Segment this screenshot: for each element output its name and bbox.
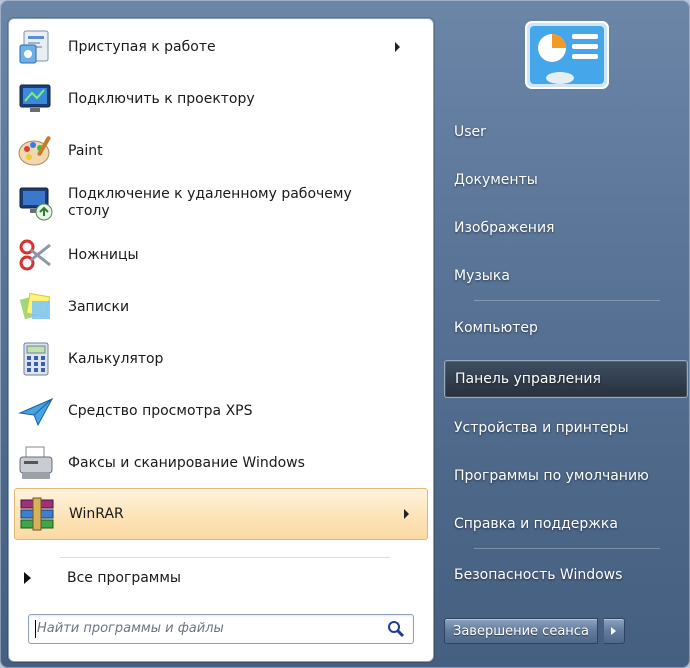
calculator-icon [14,337,58,381]
submenu-arrow-icon[interactable] [395,42,400,52]
program-label: WinRAR [69,505,124,522]
link-control-panel[interactable]: Панель управления [444,360,688,398]
all-programs-button[interactable]: Все программы [24,564,181,592]
link-devices-printers[interactable]: Устройства и принтеры [444,409,688,447]
link-help-support[interactable]: Справка и поддержка [444,505,688,543]
winrar-icon [15,492,59,536]
link-computer[interactable]: Компьютер [444,309,688,347]
program-label-line2: столу [68,203,110,219]
getting-started-icon [14,25,58,69]
user-picture[interactable] [522,20,612,92]
link-windows-security[interactable]: Безопасность Windows [444,556,688,594]
program-xps-viewer[interactable]: Средство просмотра XPS [14,386,418,436]
link-pictures[interactable]: Изображения [444,209,688,247]
fax-scanner-icon [14,441,58,485]
program-calculator[interactable]: Калькулятор [14,334,418,384]
all-programs-label: Все программы [67,570,181,586]
projector-icon [14,77,58,121]
program-winrar[interactable]: WinRAR [14,488,428,540]
program-label: Paint [68,142,103,159]
program-sticky-notes[interactable]: Записки [14,282,418,332]
program-label-line1: Подключение к удаленному рабочему [68,186,352,202]
left-divider [60,557,390,558]
link-user[interactable]: User [444,113,688,151]
right-divider [474,300,660,301]
search-input[interactable]: Найти программы и файлы [28,614,414,644]
program-label: Факсы и сканирование Windows [68,454,305,471]
scissors-icon [14,233,58,277]
program-label: Калькулятор [68,350,164,367]
search-placeholder: Найти программы и файлы [37,621,224,636]
link-music[interactable]: Музыка [444,257,688,295]
program-label: Приступая к работе [68,38,216,55]
logoff-button[interactable]: Завершение сеанса [444,618,598,644]
start-menu: Приступая к работе Подключить к проектор… [0,0,690,668]
program-label: Ножницы [68,246,139,263]
shutdown-options-button[interactable] [603,618,625,644]
chevron-right-icon [611,627,617,635]
link-default-programs[interactable]: Программы по умолчанию [444,457,688,495]
program-label: Подключить к проектору [68,90,255,107]
sticky-notes-icon [14,285,58,329]
program-remote-desktop[interactable]: Подключение к удаленному рабочему столу [14,178,418,228]
text-caret [35,620,36,638]
program-label: Подключение к удаленному рабочему столу [68,186,352,220]
paint-icon [14,129,58,173]
program-paint[interactable]: Paint [14,126,418,176]
right-divider [474,548,660,549]
link-documents[interactable]: Документы [444,161,688,199]
shutdown-group: Завершение сеанса [444,618,625,644]
program-projector[interactable]: Подключить к проектору [14,74,418,124]
program-fax-scan[interactable]: Факсы и сканирование Windows [14,438,418,488]
program-label: Средство просмотра XPS [68,402,253,419]
submenu-arrow-icon[interactable] [404,509,409,519]
program-label: Записки [68,298,130,315]
remote-desktop-icon [14,181,58,225]
program-scissors[interactable]: Ножницы [14,230,418,280]
search-icon[interactable] [387,620,405,638]
triangle-right-icon [24,572,31,584]
xps-viewer-icon [14,389,58,433]
program-getting-started[interactable]: Приступая к работе [14,22,418,72]
